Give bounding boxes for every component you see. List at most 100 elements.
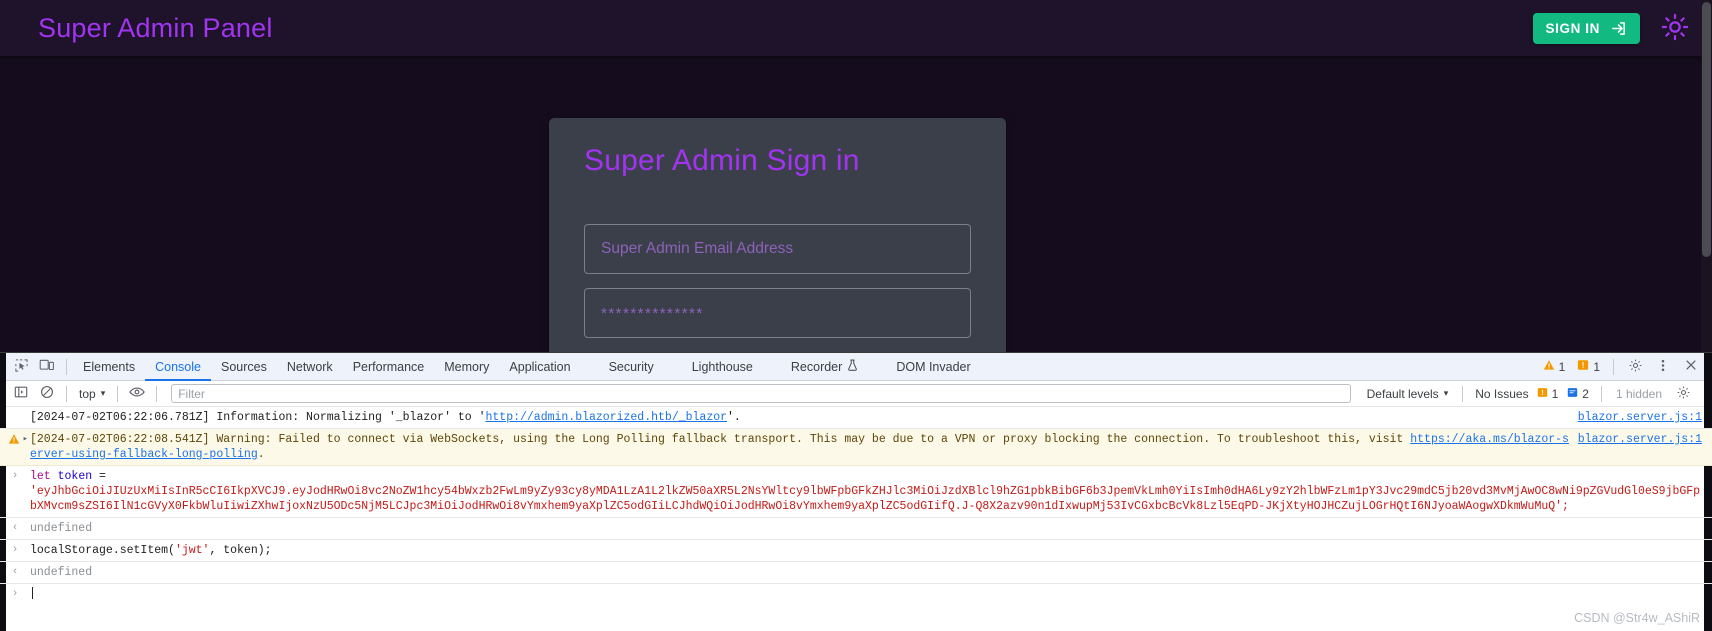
- tab-console-label: Console: [155, 359, 201, 374]
- issues-label: No Issues: [1475, 386, 1529, 401]
- tab-sources-label: Sources: [220, 359, 267, 374]
- sign-in-card: Super Admin Sign in: [549, 118, 1006, 352]
- sign-in-button[interactable]: SIGN IN: [1532, 12, 1640, 44]
- tab-elements-label: Elements: [83, 359, 136, 374]
- live-expression-button[interactable]: [124, 382, 150, 406]
- console-toolbar: top ▾ Default levels ▾ No Issues: [0, 381, 1712, 407]
- tabbar-message-count-value: 1: [1593, 359, 1600, 374]
- code-string: 'jwt': [174, 544, 210, 557]
- clear-console-icon: [40, 385, 54, 402]
- message-source-link[interactable]: blazor.server.js:1: [1578, 410, 1712, 425]
- tab-recorder-label: Recorder: [790, 359, 843, 374]
- tab-elements[interactable]: Elements: [73, 353, 145, 381]
- tab-memory[interactable]: Memory: [434, 353, 499, 381]
- hidden-messages-label[interactable]: 1 hidden: [1608, 387, 1670, 401]
- console-filter-input[interactable]: [171, 384, 1351, 403]
- message-body: undefined: [30, 566, 93, 579]
- clear-console-button[interactable]: [34, 382, 60, 406]
- tab-memory-label: Memory: [444, 359, 490, 374]
- device-toolbar-button[interactable]: [34, 355, 60, 379]
- console-message-list[interactable]: [2024-07-02T06:22:06.781Z] Information: …: [0, 407, 1712, 613]
- page-scrollbar-thumb[interactable]: [1702, 2, 1711, 257]
- console-message-input[interactable]: › let token = 'eyJhbGciOiJIUzUxMiIsInR5cC…: [0, 466, 1712, 518]
- message-body: undefined: [30, 522, 93, 535]
- warning-triangle-icon: [8, 432, 20, 445]
- console-sidebar-button[interactable]: [8, 382, 34, 406]
- watermark-text: CSDN @Str4w_AShiR: [1574, 611, 1700, 625]
- chevron-down-icon: ▾: [100, 388, 106, 398]
- tab-console[interactable]: Console: [145, 353, 211, 381]
- console-message-input[interactable]: › localStorage.setItem('jwt', token);: [0, 540, 1712, 562]
- issue-warning-count: 1: [1551, 386, 1559, 401]
- tab-dom-invader[interactable]: DOM Invader: [886, 353, 980, 381]
- tabbar-status-area: 1 1: [1538, 355, 1712, 379]
- message-body: let token = 'eyJhbGciOiJIUzUxMiIsInR5cCI6…: [30, 469, 1712, 514]
- devtools-more-button[interactable]: [1650, 355, 1676, 379]
- issue-info-icon: [1567, 387, 1578, 401]
- prompt-caret-icon: ›: [11, 588, 19, 600]
- login-arrow-icon: [1610, 20, 1627, 37]
- app-header: Super Admin Panel SIGN IN: [0, 0, 1712, 56]
- tab-lighthouse[interactable]: Lighthouse: [682, 353, 763, 381]
- devtools-settings-button[interactable]: [1622, 355, 1648, 379]
- message-source-link[interactable]: blazor.server.js:1: [1578, 432, 1712, 447]
- tab-performance[interactable]: Performance: [343, 353, 435, 381]
- console-settings-button[interactable]: [1670, 382, 1696, 406]
- text-cursor: [32, 587, 33, 599]
- issues-status[interactable]: No Issues 1 2: [1469, 387, 1595, 401]
- message-gutter: ‹: [11, 566, 19, 578]
- code-keyword: let: [30, 470, 51, 483]
- tab-security[interactable]: Security: [599, 353, 664, 381]
- devtools-close-button[interactable]: [1678, 355, 1704, 379]
- sun-icon: [1661, 13, 1689, 44]
- sign-in-button-label: SIGN IN: [1545, 20, 1600, 36]
- tabbar-warning-count[interactable]: 1: [1538, 359, 1571, 374]
- expand-triangle-icon[interactable]: ▸: [23, 432, 28, 446]
- execution-context-selector[interactable]: top ▾: [73, 387, 111, 401]
- tabbar-divider: [66, 358, 67, 375]
- message-text-prefix: [2024-07-02T06:22:08.541Z] Warning: Fail…: [30, 433, 1411, 446]
- device-toolbar-icon: [39, 358, 55, 376]
- console-prompt-row[interactable]: ›: [0, 584, 1712, 605]
- message-gutter: ›: [11, 470, 19, 482]
- log-levels-label: Default levels: [1366, 386, 1439, 401]
- execution-context-label: top: [79, 386, 96, 401]
- tab-application[interactable]: Application: [499, 353, 580, 381]
- tab-network[interactable]: Network: [277, 353, 343, 381]
- app-title: Super Admin Panel: [38, 12, 273, 43]
- code-variable: token: [57, 470, 93, 483]
- inspect-element-icon: [14, 358, 29, 376]
- tab-network-label: Network: [286, 359, 333, 374]
- tabbar-warning-count-value: 1: [1558, 359, 1566, 374]
- flask-icon: [847, 353, 858, 381]
- log-levels-selector[interactable]: Default levels ▾: [1359, 387, 1457, 401]
- kebab-menu-icon: [1656, 358, 1670, 376]
- tab-performance-label: Performance: [352, 359, 425, 374]
- message-link[interactable]: http://admin.blazorized.htb/_blazor: [485, 411, 727, 424]
- message-text-suffix: '.: [727, 411, 741, 424]
- tab-sources[interactable]: Sources: [211, 353, 277, 381]
- console-sidebar-icon: [14, 385, 28, 402]
- web-page-viewport: Super Admin Panel SIGN IN Super Admin Si…: [0, 0, 1712, 352]
- message-body: localStorage.setItem('jwt', token);: [30, 543, 1712, 558]
- console-prompt-input[interactable]: [30, 587, 1712, 602]
- gear-icon: [1676, 385, 1691, 403]
- tabbar-message-count[interactable]: 1: [1572, 359, 1605, 374]
- theme-toggle-button[interactable]: [1658, 11, 1692, 45]
- console-message-result[interactable]: ‹ undefined: [0, 518, 1712, 540]
- live-expression-eye-icon: [129, 385, 146, 402]
- password-input[interactable]: [584, 288, 971, 338]
- email-input[interactable]: [584, 224, 971, 274]
- inspect-element-button[interactable]: [8, 355, 34, 379]
- console-message-result[interactable]: ‹ undefined: [0, 562, 1712, 584]
- issue-warning-icon: [1537, 387, 1548, 401]
- issue-info-count: 2: [1582, 386, 1589, 401]
- console-message-warning[interactable]: ▸ [2024-07-02T06:22:08.541Z] Warning: Fa…: [0, 429, 1712, 466]
- page-scrollbar-track[interactable]: [1701, 0, 1712, 352]
- tab-recorder[interactable]: Recorder: [781, 353, 868, 381]
- message-gutter: ›: [11, 544, 19, 556]
- message-text-suffix: .: [257, 448, 265, 461]
- gear-icon: [1628, 358, 1643, 376]
- console-message-log[interactable]: [2024-07-02T06:22:06.781Z] Information: …: [0, 407, 1712, 429]
- tab-application-label: Application: [509, 359, 571, 374]
